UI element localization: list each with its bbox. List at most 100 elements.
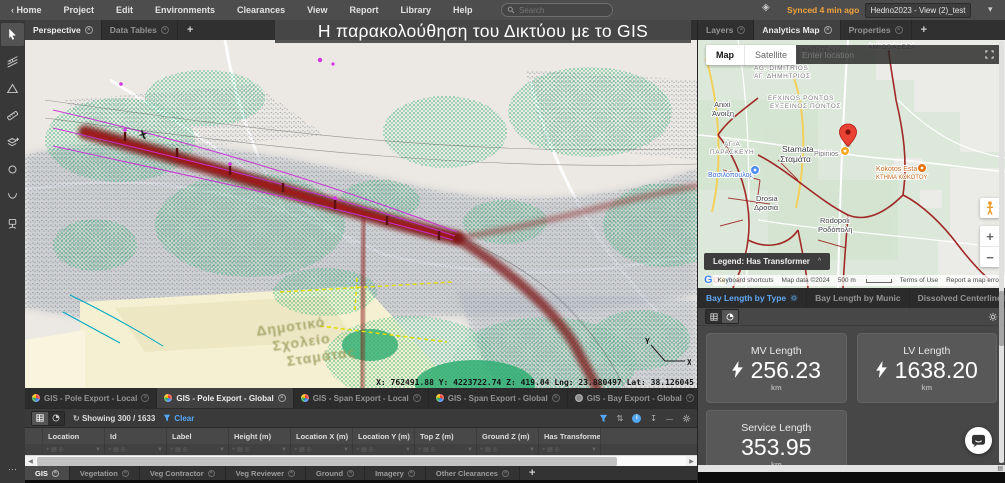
- close-tab-icon[interactable]: [161, 26, 169, 34]
- catenary-tool[interactable]: [1, 185, 24, 208]
- tab-bay-length-by-type[interactable]: Bay Length by Type: [698, 288, 807, 308]
- chart-view-button[interactable]: [48, 412, 64, 425]
- clear-filters-button[interactable]: Clear: [163, 414, 194, 423]
- zoom-out-button[interactable]: [980, 247, 1000, 267]
- collapse-panel-icon[interactable]: [666, 414, 673, 423]
- column-filter-cell[interactable]: [43, 444, 105, 455]
- more-options-icon[interactable]: [8, 464, 17, 475]
- menu-project[interactable]: Project: [53, 0, 106, 20]
- close-tab-icon[interactable]: [552, 394, 560, 402]
- tab-gis-bay-export-global[interactable]: GIS - Bay Export - Global: [568, 388, 702, 408]
- close-tab-icon[interactable]: [278, 394, 286, 402]
- tab-gis-pole-export-global[interactable]: GIS - Pole Export - Global: [157, 388, 293, 408]
- analytics-table-view-button[interactable]: [706, 310, 722, 323]
- menu-home[interactable]: Home: [0, 0, 53, 20]
- sync-status-icon[interactable]: [762, 2, 770, 13]
- close-tab-icon[interactable]: [208, 470, 215, 477]
- close-tab-icon[interactable]: [85, 26, 93, 34]
- tab-layers[interactable]: Layers: [698, 20, 754, 40]
- close-tab-icon[interactable]: [895, 26, 903, 34]
- close-tab-icon[interactable]: [686, 394, 694, 402]
- span-wires-tool[interactable]: [1, 50, 24, 73]
- menu-environments[interactable]: Environments: [144, 0, 226, 20]
- column-header-label[interactable]: Label: [167, 428, 229, 444]
- close-tab-icon[interactable]: [141, 394, 149, 402]
- add-panel-tab-button[interactable]: +: [912, 20, 936, 40]
- measure-tool[interactable]: [1, 104, 24, 127]
- gear-icon[interactable]: [790, 294, 798, 302]
- panel-vertical-scrollbar[interactable]: [999, 41, 1004, 463]
- filter-icon[interactable]: [599, 414, 608, 423]
- keyboard-shortcuts-link[interactable]: Keyboard shortcuts: [718, 277, 774, 284]
- viewport-canvas[interactable]: Δημοτικό Σχολείο Σταμάτας Y X X: 762491.…: [25, 40, 697, 388]
- global-search[interactable]: [501, 3, 613, 17]
- select-tool[interactable]: [1, 23, 24, 46]
- menu-report[interactable]: Report: [338, 0, 389, 20]
- column-filter-cell[interactable]: [229, 444, 291, 455]
- terms-of-use-link[interactable]: Terms of Use: [900, 277, 938, 284]
- tab-data-tables[interactable]: Data Tables: [102, 20, 178, 40]
- analytics-chart-view-button[interactable]: [722, 310, 738, 323]
- close-tab-icon[interactable]: [122, 470, 129, 477]
- scrollbar-thumb[interactable]: [999, 291, 1004, 346]
- tab-properties[interactable]: Properties: [841, 20, 912, 40]
- tab-gis-span-export-global[interactable]: GIS - Span Export - Global: [429, 388, 568, 408]
- column-filter-cell[interactable]: [291, 444, 353, 455]
- terrain-tool[interactable]: [1, 77, 24, 100]
- search-input[interactable]: [519, 6, 599, 15]
- tab-bay-length-by-munic[interactable]: Bay Length by Munic: [807, 288, 909, 308]
- tab-dissolved-centerline[interactable]: Dissolved Centerline Length and se: [910, 288, 1005, 308]
- workspace-tab-ground[interactable]: Ground: [306, 466, 365, 480]
- zoom-in-button[interactable]: [980, 226, 1000, 247]
- column-header-has-transformer[interactable]: Has Transformer: [539, 428, 601, 444]
- scrollbar-thumb[interactable]: [37, 457, 617, 466]
- sort-icon[interactable]: [617, 414, 624, 423]
- info-icon[interactable]: i: [632, 414, 641, 423]
- close-tab-icon[interactable]: [737, 26, 745, 34]
- column-header-location-x[interactable]: Location X (m): [291, 428, 353, 444]
- column-header-top-z[interactable]: Top Z (m): [415, 428, 477, 444]
- gear-icon[interactable]: [988, 312, 998, 322]
- gear-icon[interactable]: [682, 414, 691, 423]
- column-filter-cell[interactable]: [167, 444, 229, 455]
- project-selector[interactable]: Hedno2023 - View (2)_test: [865, 3, 971, 18]
- column-header-height[interactable]: Height (m): [229, 428, 291, 444]
- menu-help[interactable]: Help: [442, 0, 484, 20]
- chat-support-button[interactable]: [965, 427, 992, 454]
- tab-gis-span-export-local[interactable]: GIS - Span Export - Local: [294, 388, 429, 408]
- menu-view[interactable]: View: [296, 0, 338, 20]
- layers-tool[interactable]: [1, 131, 24, 154]
- close-tab-icon[interactable]: [347, 470, 354, 477]
- map-legend-toggle[interactable]: Legend: Has Transformer: [704, 253, 830, 270]
- workspace-tab-imagery[interactable]: Imagery: [365, 466, 426, 480]
- tab-gis-pole-export-local[interactable]: GIS - Pole Export - Local: [25, 388, 157, 408]
- close-tab-icon[interactable]: [824, 26, 832, 34]
- column-filter-cell[interactable]: [477, 444, 539, 455]
- menu-edit[interactable]: Edit: [105, 0, 144, 20]
- workspace-tab-veg-reviewer[interactable]: Veg Reviewer: [226, 466, 306, 480]
- add-viewport-tab-button[interactable]: +: [178, 20, 202, 40]
- workspace-tab-vegetation[interactable]: Vegetation: [70, 466, 140, 480]
- report-map-error-link[interactable]: Report a map error: [946, 277, 1001, 284]
- column-header-id[interactable]: Id: [105, 428, 167, 444]
- download-icon[interactable]: [650, 414, 657, 423]
- circle-tool[interactable]: [1, 158, 24, 181]
- menu-library[interactable]: Library: [389, 0, 442, 20]
- close-tab-icon[interactable]: [52, 470, 59, 477]
- column-header-ground-z[interactable]: Ground Z (m): [477, 428, 539, 444]
- close-tab-icon[interactable]: [413, 394, 421, 402]
- workspace-tab-other-clearances[interactable]: Other Clearances: [426, 466, 520, 480]
- map-location-search[interactable]: [796, 45, 1000, 64]
- horizontal-scrollbar[interactable]: [25, 455, 697, 466]
- column-filter-cell[interactable]: [415, 444, 477, 455]
- column-filter-cell[interactable]: [105, 444, 167, 455]
- panel-horizontal-scrollbar[interactable]: [698, 465, 1005, 472]
- chevron-down-icon[interactable]: [988, 4, 993, 15]
- fullscreen-icon[interactable]: [985, 50, 994, 59]
- table-view-button[interactable]: [32, 412, 48, 425]
- close-tab-icon[interactable]: [288, 470, 295, 477]
- column-header-location[interactable]: Location: [43, 428, 105, 444]
- menu-clearances[interactable]: Clearances: [226, 0, 296, 20]
- location-input[interactable]: [802, 50, 985, 60]
- pole-asset-tool[interactable]: [1, 212, 24, 235]
